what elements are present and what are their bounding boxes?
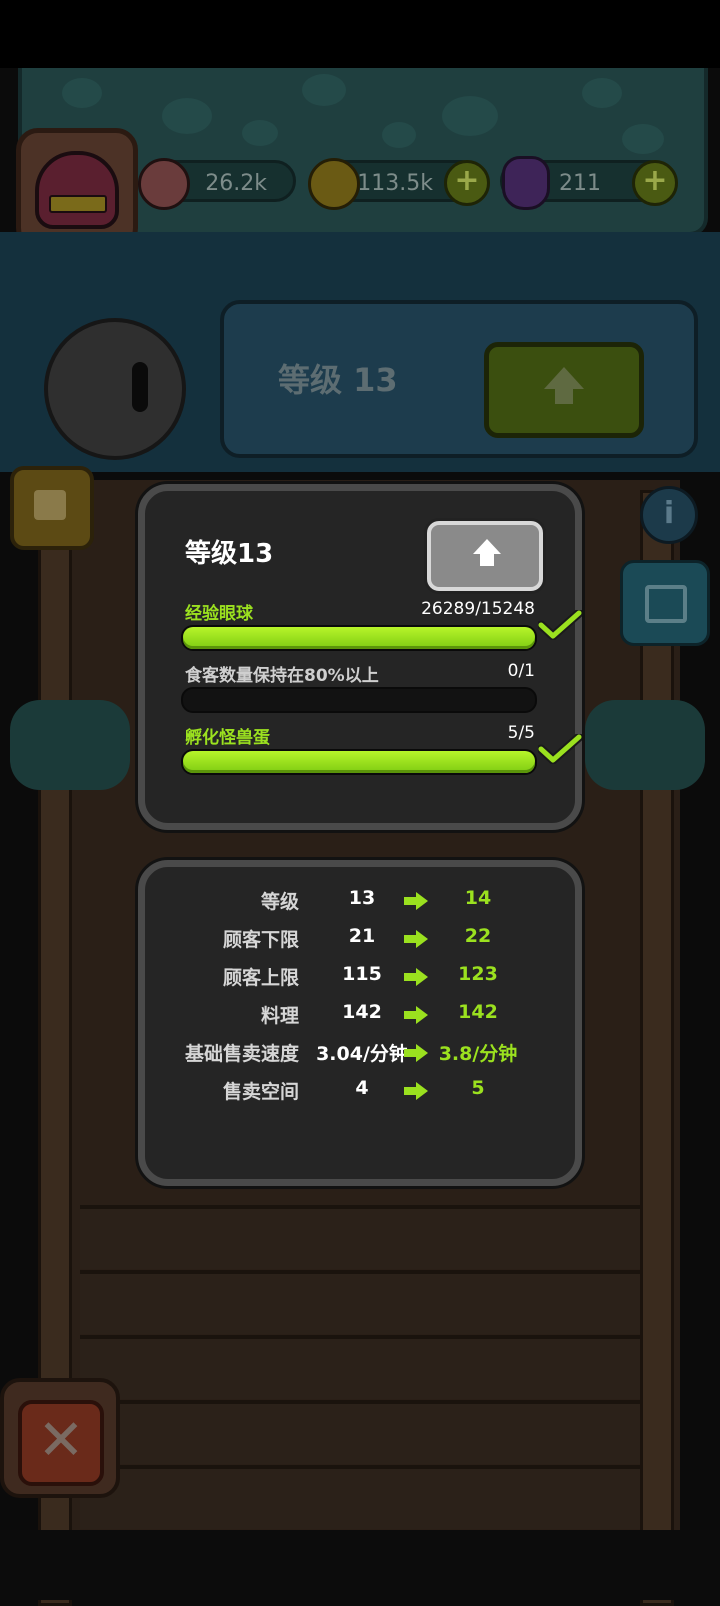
stair-step	[80, 1335, 640, 1399]
requirement-label: 孵化怪兽蛋	[185, 728, 270, 748]
stat-current: 4	[355, 1077, 369, 1099]
stat-current: 142	[342, 1001, 382, 1023]
stat-current: 21	[348, 925, 376, 947]
add-potions-button[interactable]: +	[632, 160, 678, 206]
stat-name: 售卖空间	[222, 1081, 299, 1103]
upgrade-requirements-panel: 等级13 经验眼球 26289/15248 食客数量保持在80%以上 0/1 孵…	[138, 484, 582, 830]
wood-post-right	[640, 490, 674, 1606]
stat-name: 等级	[260, 891, 299, 913]
arrow-right-icon	[404, 892, 428, 910]
stat-current: 13	[348, 887, 376, 909]
progress-fill	[183, 751, 535, 773]
eyeball-icon	[138, 158, 190, 210]
requirement-progress-bar	[181, 687, 537, 713]
background-upgrade-button	[484, 342, 644, 438]
share-button[interactable]	[620, 560, 710, 646]
stair-step	[80, 1400, 640, 1464]
requirement-value: 5/5	[507, 723, 535, 743]
potion-count: 211	[559, 171, 601, 196]
stats-comparison-panel: 等级 13 14 顾客下限 21 22 顾客上限 115 123 料理 142 …	[138, 860, 582, 1186]
stat-next: 3.8/分钟	[438, 1043, 518, 1065]
coin-count: 113.5k	[357, 171, 433, 196]
requirement-value: 26289/15248	[421, 599, 535, 619]
up-arrow-icon	[473, 539, 501, 554]
stat-name: 顾客下限	[222, 929, 299, 951]
stat-current: 115	[342, 963, 382, 985]
arrow-right-icon	[404, 1006, 428, 1024]
progress-fill	[183, 627, 535, 649]
stat-row: 料理 142 142	[145, 1001, 575, 1039]
potion-icon	[502, 156, 550, 210]
shirt-icon	[34, 490, 66, 520]
stair-step	[80, 1270, 640, 1334]
stat-name: 料理	[260, 1005, 299, 1027]
check-icon	[538, 734, 582, 764]
close-frame: ✕	[0, 1378, 120, 1498]
requirement-value: 0/1	[507, 661, 535, 681]
arrow-right-icon	[404, 968, 428, 986]
stat-next: 5	[471, 1077, 485, 1099]
bottom-shadow	[0, 1530, 720, 1600]
add-coins-button[interactable]: +	[444, 160, 490, 206]
awning-cloth-right	[585, 700, 705, 790]
share-icon	[645, 585, 687, 623]
stat-next: 123	[458, 963, 498, 985]
stair-step	[80, 1465, 640, 1529]
stat-next: 142	[458, 1001, 498, 1023]
eyeball-count: 26.2k	[205, 171, 267, 196]
requirement-label: 食客数量保持在80%以上	[185, 666, 379, 686]
eyeball-emblem-icon	[44, 318, 186, 460]
stair-step	[80, 1205, 640, 1269]
stat-row: 等级 13 14	[145, 887, 575, 925]
check-icon	[538, 610, 582, 640]
stat-row: 顾客上限 115 123	[145, 963, 575, 1001]
upgrade-button[interactable]	[427, 521, 543, 591]
stat-row: 顾客下限 21 22	[145, 925, 575, 963]
stat-name: 顾客上限	[222, 967, 299, 989]
requirement-progress-bar	[181, 625, 537, 651]
status-bar	[0, 0, 720, 68]
awning-cloth-left	[10, 700, 130, 790]
stat-next: 14	[464, 887, 492, 909]
stat-row: 基础售卖速度 3.04/分钟 3.8/分钟	[145, 1039, 575, 1077]
arrow-right-icon	[404, 1082, 428, 1100]
requirement-progress-bar	[181, 749, 537, 775]
stat-current: 3.04/分钟	[316, 1043, 408, 1065]
stat-row: 售卖空间 4 5	[145, 1077, 575, 1115]
arrow-right-icon	[404, 1044, 428, 1062]
monster-chef-icon	[35, 151, 119, 229]
info-button[interactable]: i	[640, 486, 698, 544]
costume-button[interactable]	[10, 466, 94, 550]
arrow-right-icon	[404, 930, 428, 948]
stat-name: 基础售卖速度	[184, 1043, 299, 1065]
close-button[interactable]: ✕	[18, 1400, 104, 1486]
panel-level-title: 等级13	[185, 539, 274, 569]
stat-next: 22	[464, 925, 492, 947]
background-level-label: 等级 13	[278, 361, 398, 399]
coin-icon	[308, 158, 360, 210]
requirement-label: 经验眼球	[185, 604, 253, 624]
